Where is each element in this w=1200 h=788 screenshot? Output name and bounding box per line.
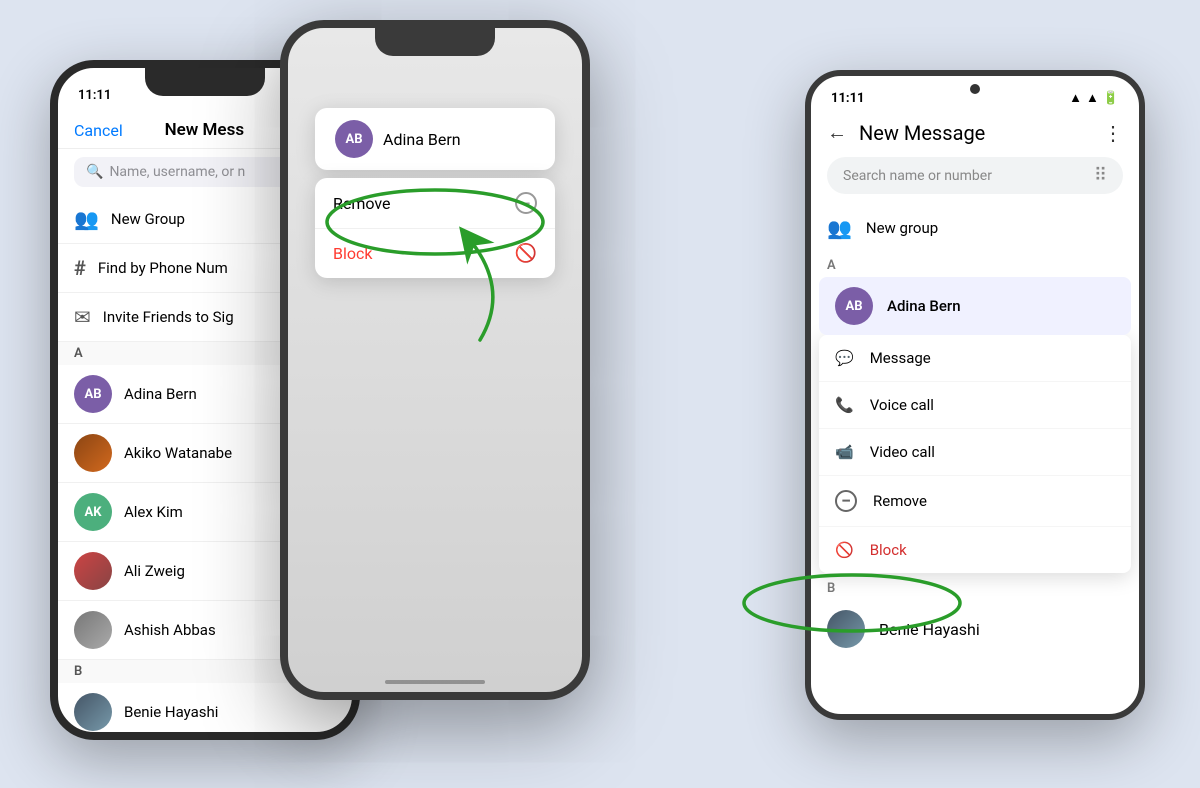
android-contact-benie[interactable]: Benie Hayashi bbox=[811, 600, 1139, 658]
block-label: Block bbox=[333, 244, 372, 263]
contact-name-b: Benie Hayashi bbox=[879, 620, 980, 639]
dialpad-icon: ⠿ bbox=[1094, 165, 1107, 186]
block-icon: 🚫 bbox=[515, 243, 537, 264]
status-time: 11:11 bbox=[78, 88, 111, 103]
ios-context-menu: Remove − Block 🚫 bbox=[315, 178, 555, 278]
ios-notch bbox=[145, 68, 265, 96]
android-time: 11:11 bbox=[831, 91, 865, 106]
avatar-aa bbox=[74, 611, 112, 649]
back-button[interactable]: ← bbox=[827, 120, 847, 145]
home-indicator bbox=[385, 680, 485, 684]
remove-icon: − bbox=[835, 490, 857, 512]
video-call-icon: 📹 bbox=[835, 443, 854, 461]
android-status-bar: 11:11 ▲ ▲ 🔋 bbox=[811, 76, 1139, 112]
avatar-ab-selected: AB bbox=[335, 120, 373, 158]
android-new-group-item[interactable]: 👥 New group bbox=[811, 202, 1139, 254]
wifi-icon: ▲ bbox=[1069, 90, 1082, 106]
android-header: ← New Message ⋮ bbox=[811, 112, 1139, 157]
voice-call-label: Voice call bbox=[870, 396, 934, 414]
status-icons: ▲ ▲ 🔋 bbox=[1069, 90, 1119, 106]
video-call-option[interactable]: 📹 Video call bbox=[819, 429, 1131, 476]
selected-contact-chip: AB Adina Bern bbox=[315, 108, 555, 170]
android-search-bar[interactable]: Search name or number ⠿ bbox=[827, 157, 1123, 194]
android-contact-name: Adina Bern bbox=[887, 297, 961, 315]
android-avatar-ab: AB bbox=[835, 287, 873, 325]
more-options-button[interactable]: ⋮ bbox=[1103, 121, 1123, 145]
find-by-phone-label: Find by Phone Num bbox=[98, 259, 228, 277]
context-content: AB Adina Bern Remove − Block 🚫 bbox=[288, 28, 582, 692]
avatar-bh-android bbox=[827, 610, 865, 648]
block-icon: 🚫 bbox=[835, 541, 854, 559]
right-phone-android: 11:11 ▲ ▲ 🔋 ← New Message ⋮ Search name … bbox=[805, 70, 1145, 720]
contact-name: Akiko Watanabe bbox=[124, 444, 232, 462]
remove-label: Remove bbox=[333, 194, 391, 213]
center-notch bbox=[375, 28, 495, 56]
contact-name: Ashish Abbas bbox=[124, 621, 216, 639]
new-group-label: New Group bbox=[111, 210, 185, 228]
group-icon: 👥 bbox=[827, 216, 852, 240]
contact-name: Benie Hayashi bbox=[124, 703, 218, 721]
block-menu-item[interactable]: Block 🚫 bbox=[315, 229, 555, 278]
search-placeholder: Name, username, or n bbox=[109, 164, 245, 180]
android-title: New Message bbox=[859, 121, 1091, 145]
avatar-bh bbox=[74, 693, 112, 731]
android-section-a: A bbox=[811, 254, 1139, 277]
invite-friends-label: Invite Friends to Sig bbox=[103, 308, 234, 326]
video-call-label: Video call bbox=[870, 443, 935, 461]
avatar-az bbox=[74, 552, 112, 590]
contact-name: Ali Zweig bbox=[124, 562, 185, 580]
hashtag-icon: # bbox=[74, 256, 86, 280]
voice-call-option[interactable]: 📞 Voice call bbox=[819, 382, 1131, 429]
mail-icon: ✉ bbox=[74, 305, 91, 329]
remove-label: Remove bbox=[873, 492, 927, 510]
block-option[interactable]: 🚫 Block bbox=[819, 527, 1131, 573]
android-section-b: B bbox=[811, 573, 1139, 600]
voice-call-icon: 📞 bbox=[835, 396, 854, 414]
cancel-button[interactable]: Cancel bbox=[74, 121, 123, 140]
avatar-aw bbox=[74, 434, 112, 472]
search-placeholder: Search name or number bbox=[843, 168, 992, 184]
header-title: New Mess bbox=[165, 120, 244, 140]
group-icon: 👥 bbox=[74, 207, 99, 231]
android-context-dropdown: 💬 Message 📞 Voice call 📹 Video call − Re… bbox=[819, 335, 1131, 573]
avatar-ab: AB bbox=[74, 375, 112, 413]
block-label: Block bbox=[870, 541, 907, 559]
android-contact-adina[interactable]: AB Adina Bern bbox=[819, 277, 1131, 335]
remove-menu-item[interactable]: Remove − bbox=[315, 178, 555, 229]
signal-icon: ▲ bbox=[1086, 90, 1099, 106]
minus-circle-icon: − bbox=[515, 192, 537, 214]
new-group-label: New group bbox=[866, 219, 938, 237]
center-phone-ios-context: AB Adina Bern Remove − Block 🚫 bbox=[280, 20, 590, 700]
message-label: Message bbox=[870, 349, 931, 367]
remove-option[interactable]: − Remove bbox=[819, 476, 1131, 527]
selected-name: Adina Bern bbox=[383, 130, 461, 149]
search-icon: 🔍 bbox=[86, 164, 103, 180]
avatar-ak: AK bbox=[74, 493, 112, 531]
message-icon: 💬 bbox=[835, 349, 854, 367]
battery-icon: 🔋 bbox=[1103, 91, 1119, 106]
contact-name: Adina Bern bbox=[124, 385, 197, 403]
message-option[interactable]: 💬 Message bbox=[819, 335, 1131, 382]
contact-name: Alex Kim bbox=[124, 503, 183, 521]
